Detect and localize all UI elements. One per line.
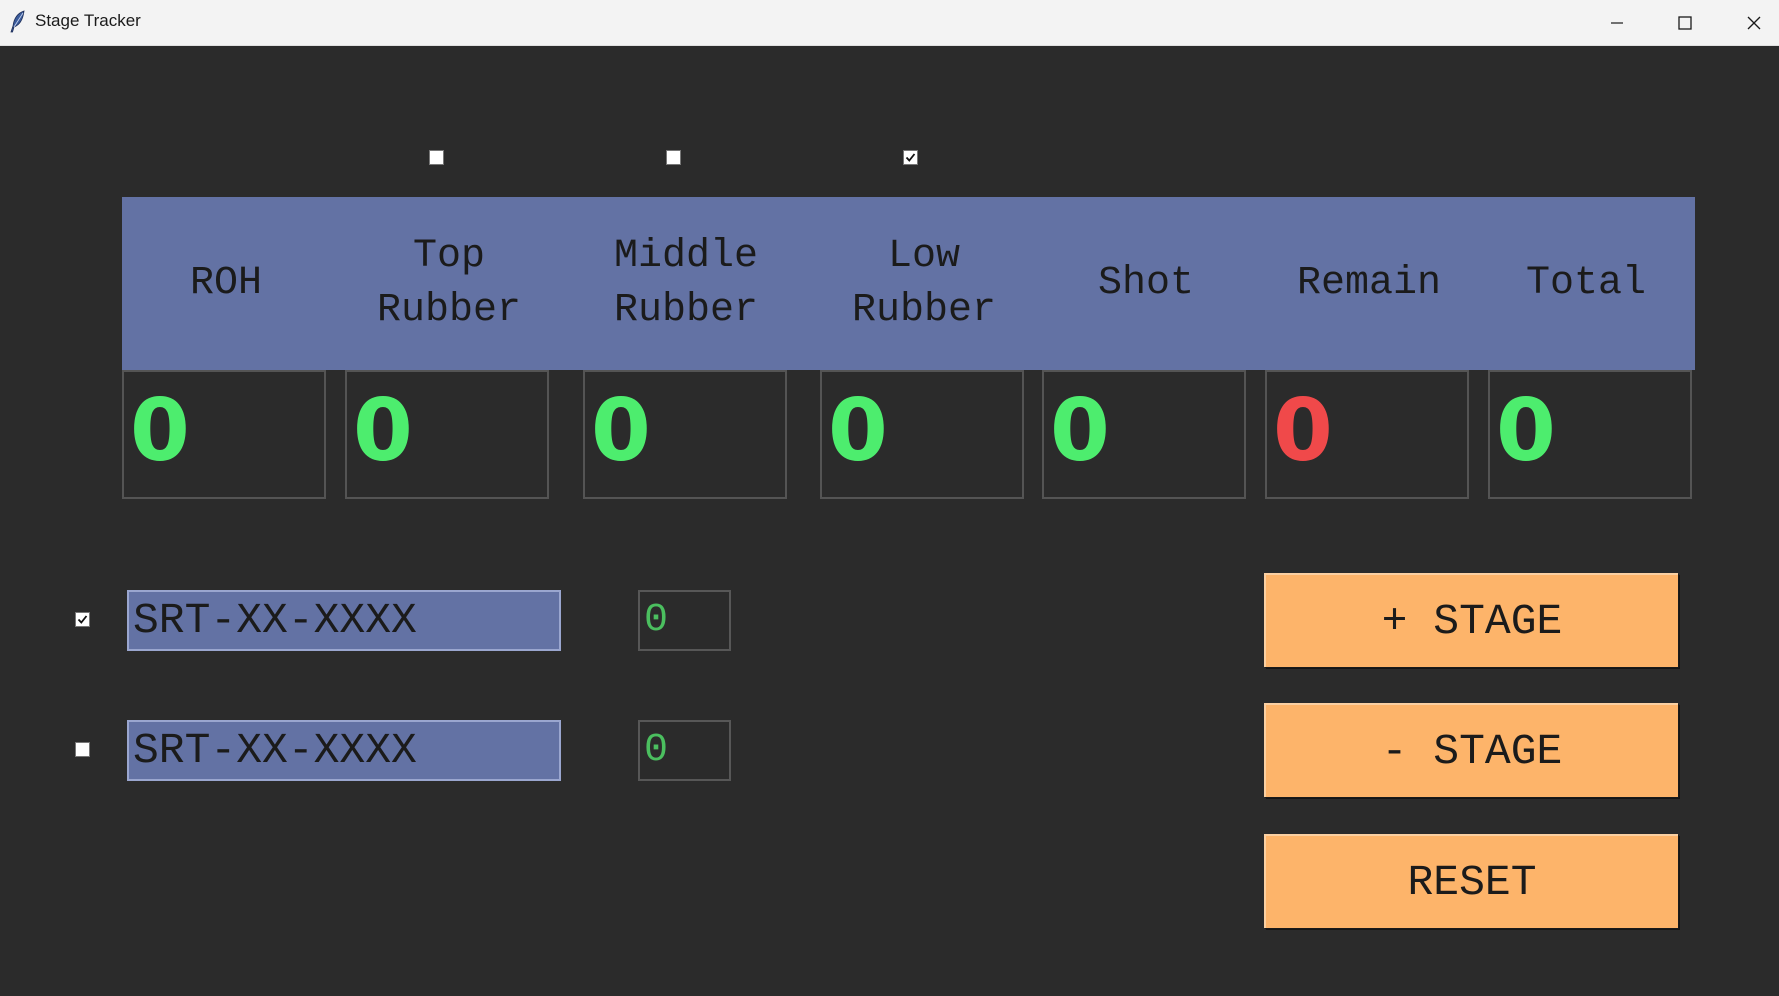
header-top-rubber: Top Rubber xyxy=(376,233,522,333)
window-title: Stage Tracker xyxy=(35,11,141,30)
header-remain: Remain xyxy=(1296,260,1442,306)
checkmark-icon xyxy=(905,153,916,162)
top-rubber-counter-box: 0 xyxy=(345,370,549,499)
serial-row-2-count-field[interactable] xyxy=(638,720,731,781)
remain-counter-box: 0 xyxy=(1265,370,1469,499)
close-button[interactable] xyxy=(1720,0,1779,45)
roh-counter-value: 0 xyxy=(130,381,190,481)
close-icon xyxy=(1747,16,1761,29)
main-content: ROH Top Rubber Middle Rubber Low Rubber … xyxy=(0,45,1779,996)
header-middle-rubber: Middle Rubber xyxy=(613,233,759,333)
maximize-icon xyxy=(1678,15,1692,30)
feather-icon xyxy=(10,10,25,33)
column-header-band: ROH Top Rubber Middle Rubber Low Rubber … xyxy=(122,197,1695,370)
middle-rubber-counter-value: 0 xyxy=(591,381,651,481)
shot-counter-value: 0 xyxy=(1050,381,1110,481)
checkmark-icon xyxy=(77,615,88,624)
title-bar: Stage Tracker xyxy=(0,0,1779,46)
header-low-rubber: Low Rubber xyxy=(851,233,997,333)
reset-button[interactable]: RESET xyxy=(1264,834,1678,928)
serial-row-1-input[interactable] xyxy=(127,590,561,651)
roh-counter-box: 0 xyxy=(122,370,326,499)
minimize-icon xyxy=(1611,21,1623,24)
header-shot: Shot xyxy=(1097,260,1194,306)
low-rubber-toggle-checkbox[interactable] xyxy=(903,150,918,165)
serial-row-1-checkbox[interactable] xyxy=(75,612,90,627)
low-rubber-counter-box: 0 xyxy=(820,370,1024,499)
middle-rubber-toggle-checkbox[interactable] xyxy=(666,150,681,165)
remove-stage-button[interactable]: - STAGE xyxy=(1264,703,1678,797)
total-counter-box: 0 xyxy=(1488,370,1692,499)
total-counter-value: 0 xyxy=(1496,381,1556,481)
low-rubber-counter-value: 0 xyxy=(828,381,888,481)
header-total: Total xyxy=(1525,260,1647,306)
shot-counter-box: 0 xyxy=(1042,370,1246,499)
serial-row-1-count-field[interactable] xyxy=(638,590,731,651)
remain-counter-value: 0 xyxy=(1273,381,1333,481)
top-rubber-counter-value: 0 xyxy=(353,381,413,481)
top-rubber-toggle-checkbox[interactable] xyxy=(429,150,444,165)
serial-row-2-input[interactable] xyxy=(127,720,561,781)
minimize-button[interactable] xyxy=(1583,0,1651,45)
add-stage-button[interactable]: + STAGE xyxy=(1264,573,1678,667)
header-roh: ROH xyxy=(189,260,262,306)
middle-rubber-counter-box: 0 xyxy=(583,370,787,499)
maximize-button[interactable] xyxy=(1651,0,1719,45)
serial-row-2-checkbox[interactable] xyxy=(75,742,90,757)
